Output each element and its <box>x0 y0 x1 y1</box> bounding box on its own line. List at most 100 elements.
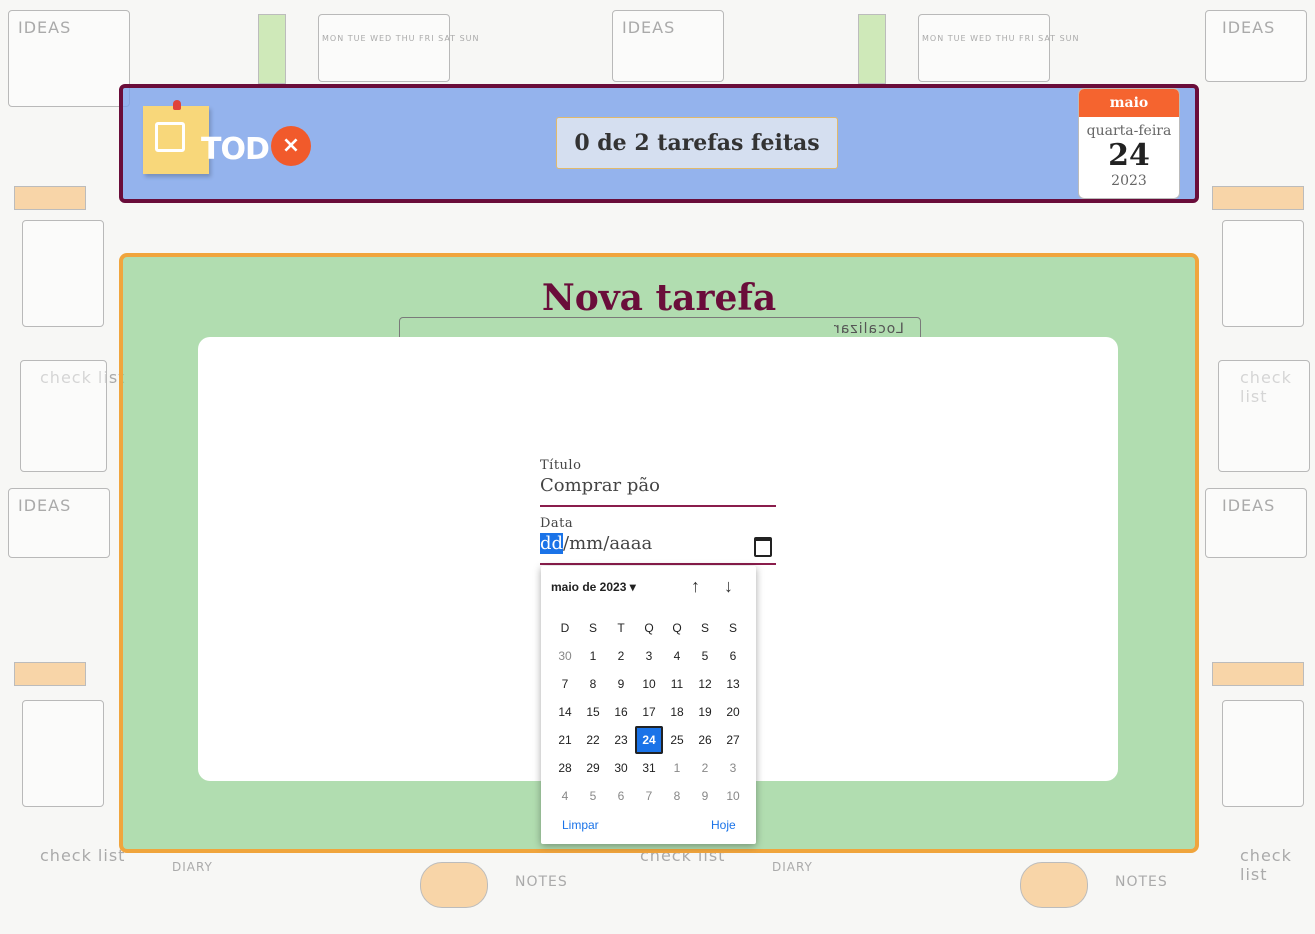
day-cell[interactable]: 7 <box>551 670 579 698</box>
arrow-doodle <box>1212 186 1304 210</box>
ideas-label: IDEAS <box>1222 18 1276 37</box>
weekdays-doodle: MON TUE WED THU FRI SAT SUN <box>922 34 1080 43</box>
day-cell[interactable]: 6 <box>607 782 635 810</box>
day-cell[interactable]: 26 <box>691 726 719 754</box>
date-year: 2023 <box>1111 173 1147 189</box>
calendar-icon[interactable] <box>754 537 772 557</box>
calendar-doodle <box>318 14 450 82</box>
logo-text: TOD <box>201 132 270 167</box>
calendar-doodle <box>918 14 1050 82</box>
day-cell[interactable]: 27 <box>719 726 747 754</box>
day-cell[interactable]: 18 <box>663 698 691 726</box>
date-card: maio quarta-feira 24 2023 <box>1078 88 1180 199</box>
ideas-label: IDEAS <box>18 18 72 37</box>
day-cell[interactable]: 22 <box>579 726 607 754</box>
weekday-label: S <box>700 621 709 635</box>
localizar-label: Localizar <box>833 321 904 337</box>
day-cell[interactable]: 1 <box>663 754 691 782</box>
day-cell[interactable]: 17 <box>635 698 663 726</box>
checklist-label: check list <box>1240 846 1292 884</box>
day-cell[interactable]: 4 <box>551 782 579 810</box>
week-row: 14 15 16 17 18 19 20 <box>551 698 747 726</box>
date-day-segment[interactable]: dd <box>540 533 564 554</box>
date-picker: maio de 2023 ▾ ↑ ↓ D S T Q Q S S 30 1 2 … <box>541 566 756 844</box>
weekday-label: T <box>617 621 625 635</box>
day-cell[interactable]: 13 <box>719 670 747 698</box>
day-cell[interactable]: 3 <box>719 754 747 782</box>
app-header: TOD × 0 de 2 tarefas feitas maio quarta-… <box>119 84 1199 203</box>
day-cell[interactable]: 11 <box>663 670 691 698</box>
day-cell[interactable]: 30 <box>607 754 635 782</box>
day-cell[interactable]: 20 <box>719 698 747 726</box>
arrow-up-icon[interactable]: ↑ <box>691 576 700 597</box>
day-cell[interactable]: 28 <box>551 754 579 782</box>
day-cell-selected[interactable]: 24 <box>635 726 663 754</box>
weekday-label: Q <box>672 621 682 635</box>
title-input-value: Comprar pão <box>540 475 660 496</box>
day-cell[interactable]: 12 <box>691 670 719 698</box>
day-cell[interactable]: 8 <box>579 670 607 698</box>
week-row: 7 8 9 10 11 12 13 <box>551 670 747 698</box>
bookmark-doodle <box>258 14 286 84</box>
notes-label: NOTES <box>1115 874 1168 890</box>
day-cell[interactable]: 2 <box>607 642 635 670</box>
date-weekday: quarta-feira <box>1086 123 1172 139</box>
day-cell[interactable]: 16 <box>607 698 635 726</box>
day-cell[interactable]: 14 <box>551 698 579 726</box>
pin-icon <box>173 100 181 110</box>
diary-label: DIARY <box>772 860 813 874</box>
day-cell[interactable]: 15 <box>579 698 607 726</box>
checklist-label: check list <box>40 846 126 865</box>
day-cell[interactable]: 5 <box>579 782 607 810</box>
day-cell[interactable]: 9 <box>607 670 635 698</box>
day-cell[interactable]: 19 <box>691 698 719 726</box>
day-cell[interactable]: 10 <box>635 670 663 698</box>
checklist-doodle <box>1218 360 1310 472</box>
ideas-label: IDEAS <box>1222 496 1276 515</box>
date-label: Data <box>540 516 574 531</box>
day-cell[interactable]: 3 <box>635 642 663 670</box>
weekday-label: S <box>728 621 737 635</box>
page-title: Nova tarefa <box>541 277 777 319</box>
week-row: 4 5 6 7 8 9 10 <box>551 782 747 810</box>
day-cell[interactable]: 23 <box>607 726 635 754</box>
today-button[interactable]: Hoje <box>711 818 736 832</box>
title-label: Título <box>540 458 582 473</box>
title-input[interactable]: Comprar pão <box>540 475 776 507</box>
week-row: 28 29 30 31 1 2 3 <box>551 754 747 782</box>
day-cell[interactable]: 1 <box>579 642 607 670</box>
notepad-doodle <box>22 220 104 327</box>
arrow-doodle <box>14 662 86 686</box>
caret-down-icon: ▾ <box>629 580 636 594</box>
month-year-select[interactable]: maio de 2023 ▾ <box>551 580 636 594</box>
day-cell[interactable]: 7 <box>635 782 663 810</box>
clear-button[interactable]: Limpar <box>562 818 599 832</box>
month-year-label: maio de 2023 <box>551 580 627 594</box>
weekday-label: D <box>560 621 570 635</box>
day-cell[interactable]: 30 <box>551 642 579 670</box>
day-cell[interactable]: 25 <box>663 726 691 754</box>
day-cell[interactable]: 5 <box>691 642 719 670</box>
week-row: 21 22 23 24 25 26 27 <box>551 726 747 754</box>
notepad-doodle <box>22 700 104 807</box>
day-cell[interactable]: 8 <box>663 782 691 810</box>
task-status: 0 de 2 tarefas feitas <box>556 117 838 169</box>
arrow-down-icon[interactable]: ↓ <box>724 576 733 597</box>
date-input[interactable]: dd/mm/aaaa <box>540 533 776 565</box>
day-cell[interactable]: 10 <box>719 782 747 810</box>
day-cell[interactable]: 9 <box>691 782 719 810</box>
close-button[interactable]: × <box>271 126 311 166</box>
diary-label: DIARY <box>172 860 213 874</box>
day-cell[interactable]: 21 <box>551 726 579 754</box>
heart-doodle <box>420 862 488 908</box>
notepad-doodle <box>1222 700 1304 807</box>
day-cell[interactable]: 31 <box>635 754 663 782</box>
notepad-doodle <box>1222 220 1304 327</box>
day-cell[interactable]: 4 <box>663 642 691 670</box>
day-cell[interactable]: 6 <box>719 642 747 670</box>
app-logo: TOD <box>143 100 270 174</box>
heart-doodle <box>1020 862 1088 908</box>
day-cell[interactable]: 2 <box>691 754 719 782</box>
day-cell[interactable]: 29 <box>579 754 607 782</box>
weekday-label: Q <box>644 621 654 635</box>
